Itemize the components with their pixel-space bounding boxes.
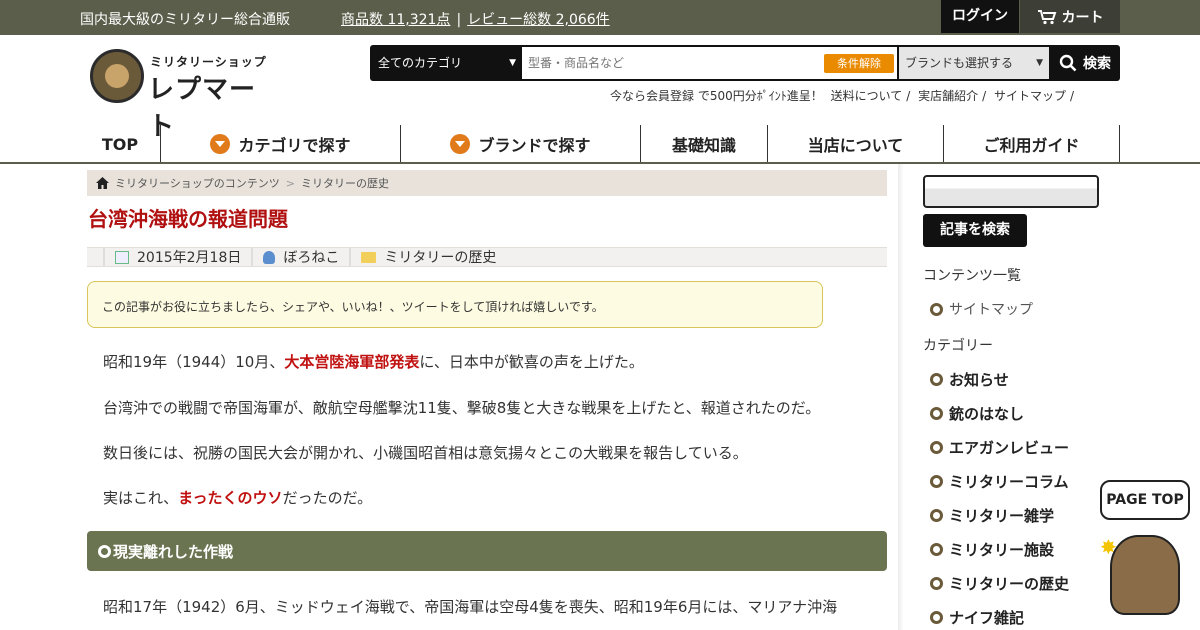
article-category-link[interactable]: ミリタリーの歴史	[384, 247, 496, 267]
mascot-icon	[1110, 535, 1180, 615]
folder-icon	[361, 251, 377, 263]
sidebar-item-military-facilities[interactable]: ミリタリー施設	[930, 539, 1054, 560]
article-paragraph: 昭和17年（1942）6月、ミッドウェイ海戦で、帝国海軍は空母4隻を喪失、昭和1…	[103, 598, 838, 616]
search-submit-button[interactable]: 検索	[1050, 45, 1120, 81]
ring-bullet-icon	[930, 373, 943, 386]
login-button[interactable]: ログイン	[941, 0, 1019, 33]
review-count-link[interactable]: レビュー総数 2,066件	[467, 12, 610, 28]
ring-bullet-icon	[98, 544, 111, 558]
product-search-bar: 全てのカテゴリ ▼ 条件解除 ブランドも選択する ▼ 検索	[370, 45, 1120, 81]
article-date: 2015年2月18日	[103, 248, 251, 266]
shipping-link[interactable]: 送料について	[831, 89, 907, 103]
contents-heading: コンテンツ一覧	[923, 268, 1021, 284]
chevron-down-icon	[210, 134, 231, 154]
article-date-text: 2015年2月18日	[137, 250, 242, 266]
sidebar-item-guns[interactable]: 銃のはなし	[930, 403, 1024, 424]
article-title: 台湾沖海戦の報道問題	[88, 207, 288, 231]
article-paragraph: 実はこれ、まったくのウソだったのだ。	[103, 489, 373, 507]
nav-top[interactable]: TOP	[80, 125, 161, 163]
article-meta: 2015年2月18日 ぼろねこ ミリタリーの歴史	[87, 247, 887, 267]
nav-basics-label: 基礎知識	[671, 136, 736, 155]
sidebar-item-military-column[interactable]: ミリタリーコラム	[930, 471, 1069, 492]
section-heading: 現実離れした作戦	[87, 531, 887, 571]
site-tagline: 国内最大級のミリタリー総合通販	[80, 12, 290, 28]
article-search-input[interactable]	[923, 175, 1099, 208]
nav-about-label: 当店について	[807, 136, 904, 155]
stats-separator: |	[456, 12, 462, 28]
nav-about[interactable]: 当店について	[768, 125, 944, 163]
ring-bullet-icon	[930, 577, 943, 590]
breadcrumb-separator: >	[285, 176, 295, 190]
brand-select[interactable]: ブランドも選択する ▼	[899, 47, 1049, 79]
nav-category[interactable]: カテゴリで探す	[161, 125, 401, 163]
ring-bullet-icon	[930, 509, 943, 522]
calendar-icon	[115, 250, 129, 264]
emphasis-text: 大本営陸海軍部発表	[284, 353, 420, 371]
article-paragraph: 昭和19年（1944）10月、大本営陸海軍部発表に、日本中が歓喜の声を上げた。	[103, 353, 644, 371]
category-heading: カテゴリー	[923, 338, 993, 354]
member-registration-link[interactable]: 今なら会員登録 で500円分ﾎﾟｲﾝﾄ進呈！	[610, 89, 827, 103]
share-notice: この記事がお役に立ちましたら、シェアや、いいね！、ツイートをして頂ければ嬉しいで…	[87, 281, 823, 328]
section-heading-text: 現実離れした作戦	[113, 542, 234, 561]
page-top-button[interactable]: PAGE TOP ✸	[1100, 480, 1192, 620]
breadcrumb: ミリタリーショップのコンテンツ > ミリタリーの歴史	[87, 170, 887, 196]
ring-bullet-icon	[930, 475, 943, 488]
sidebar-item-knife-notes[interactable]: ナイフ雑記	[930, 607, 1024, 628]
breadcrumb-current-link[interactable]: ミリタリーの歴史	[301, 175, 389, 191]
cart-button[interactable]: カート	[1020, 0, 1120, 33]
home-icon[interactable]	[96, 177, 109, 189]
nav-guide[interactable]: ご利用ガイド	[944, 125, 1120, 163]
sidebar-item-sitemap[interactable]: サイトマップ	[930, 299, 1033, 319]
brand-select-value: ブランドも選択する	[905, 56, 1014, 70]
ring-bullet-icon	[930, 302, 943, 316]
page-top-label: PAGE TOP	[1100, 480, 1190, 520]
sidebar-divider	[898, 164, 904, 630]
store-info-link[interactable]: 実店舗紹介	[918, 89, 982, 103]
search-submit-label: 検索	[1083, 56, 1111, 72]
emphasis-text: まったくのウソ	[178, 489, 283, 507]
sidebar-item-military-trivia[interactable]: ミリタリー雑学	[930, 505, 1054, 526]
article-paragraph: 数日後には、祝勝の国民大会が開かれ、小磯国昭首相は意気揚々とこの大戦果を報告して…	[103, 444, 748, 462]
nav-divider	[0, 162, 1200, 164]
nav-top-label: TOP	[101, 134, 139, 154]
ring-bullet-icon	[930, 611, 943, 624]
ring-bullet-icon	[930, 407, 943, 420]
nav-guide-label: ご利用ガイド	[983, 136, 1080, 155]
search-icon	[1059, 54, 1077, 72]
ring-bullet-icon	[930, 441, 943, 454]
nav-brand-label: ブランドで探す	[478, 136, 591, 155]
article-search-button[interactable]: 記事を検索	[923, 214, 1027, 247]
chevron-down-icon: ▼	[1036, 58, 1043, 68]
category-select[interactable]: 全てのカテゴリ ▼	[370, 45, 522, 81]
chevron-down-icon: ▼	[509, 58, 516, 68]
site-logo[interactable]: ミリタリーショップ レプマート	[90, 49, 275, 142]
site-stats: 商品数 11,321点 | レビュー総数 2,066件	[341, 9, 610, 29]
article-author: ぼろねこ	[251, 248, 349, 266]
sidebar-item-news[interactable]: お知らせ	[930, 369, 1009, 390]
article-paragraph: 台湾沖での戦闘で帝国海軍が、敵航空母艦撃沈11隻、撃破8隻と大きな戦果を上げたと…	[103, 399, 821, 417]
sidebar-item-airgun-review[interactable]: エアガンレビュー	[930, 437, 1069, 458]
ring-bullet-icon	[930, 543, 943, 556]
article-category: ミリタリーの歴史	[349, 248, 506, 266]
top-bar: 国内最大級のミリタリー総合通販 商品数 11,321点 | レビュー総数 2,066…	[0, 0, 1200, 35]
logo-emblem-icon	[90, 49, 144, 103]
main-nav: TOP カテゴリで探す ブランドで探す 基礎知識 当店について ご利用ガイド	[80, 125, 1120, 163]
article-author-link[interactable]: ぼろねこ	[283, 247, 339, 267]
clear-conditions-button[interactable]: 条件解除	[824, 54, 894, 73]
chevron-down-icon	[450, 134, 471, 154]
sidebar-item-military-history[interactable]: ミリタリーの歴史	[930, 573, 1069, 594]
sitemap-link[interactable]: サイトマップ	[994, 89, 1070, 103]
user-icon	[263, 250, 276, 264]
logo-subtitle: ミリタリーショップ	[150, 55, 267, 69]
product-count-link[interactable]: 商品数 11,321点	[341, 12, 450, 28]
nav-basics[interactable]: 基礎知識	[641, 125, 768, 163]
nav-brand[interactable]: ブランドで探す	[401, 125, 641, 163]
cart-label: カート	[1061, 9, 1104, 26]
nav-category-label: カテゴリで探す	[238, 136, 351, 155]
breadcrumb-home-link[interactable]: ミリタリーショップのコンテンツ	[115, 175, 280, 191]
cart-icon	[1037, 9, 1056, 24]
category-select-value: 全てのカテゴリ	[378, 56, 463, 70]
header-sublinks: 今なら会員登録 で500円分ﾎﾟｲﾝﾄ進呈！ 送料について / 実店舗紹介 / サイ…	[610, 89, 1075, 103]
